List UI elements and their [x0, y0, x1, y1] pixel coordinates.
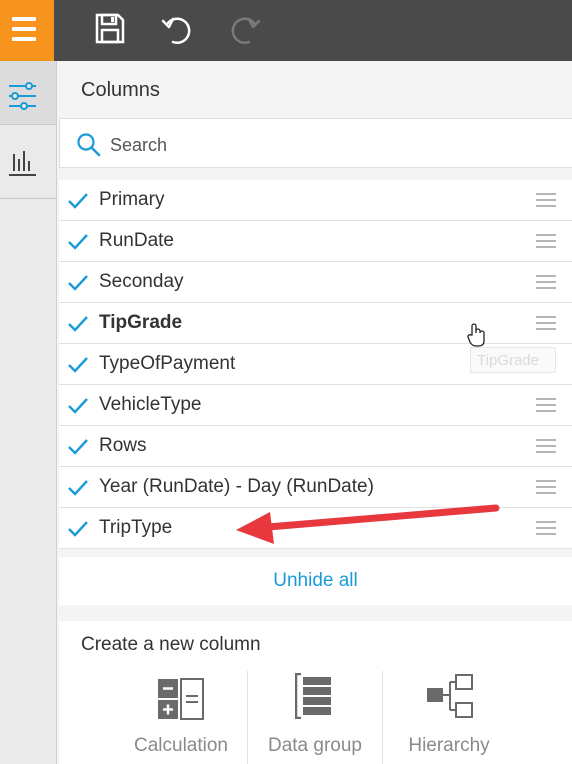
checkmark-icon[interactable]: [67, 273, 89, 293]
checkmark-icon[interactable]: [67, 396, 89, 416]
hamburger-icon-bar: [12, 27, 36, 31]
column-label: TripType: [99, 517, 173, 538]
save-button[interactable]: [92, 11, 128, 47]
redo-button[interactable]: [226, 11, 262, 47]
calculator-icon: [158, 678, 204, 720]
hamburger-icon-bar: [12, 37, 36, 41]
column-label: Seconday: [99, 271, 184, 292]
unhide-all-link[interactable]: Unhide all: [59, 570, 572, 592]
drag-handle-icon[interactable]: [536, 316, 556, 331]
calculation-label: Calculation: [134, 735, 228, 756]
column-item[interactable]: TripType: [59, 508, 572, 549]
search-box: [59, 118, 572, 168]
undo-button[interactable]: [160, 11, 196, 47]
drag-handle-icon[interactable]: [536, 521, 556, 536]
columns-panel: Columns Primary RunDate Seconday TipGrad…: [57, 61, 572, 764]
checkmark-icon[interactable]: [67, 314, 89, 334]
column-item[interactable]: Primary: [59, 180, 572, 221]
hierarchy-label: Hierarchy: [408, 735, 490, 756]
data-group-icon: [295, 673, 331, 719]
column-item[interactable]: RunDate: [59, 221, 572, 262]
drag-handle-icon[interactable]: [536, 275, 556, 290]
hamburger-icon-bar: [12, 17, 36, 21]
column-item[interactable]: Rows: [59, 426, 572, 467]
hover-tooltip: TipGrade: [470, 347, 556, 373]
save-icon: [95, 13, 125, 44]
hamburger-menu-button[interactable]: [0, 0, 54, 61]
panel-title: Columns: [81, 79, 160, 101]
checkmark-icon[interactable]: [67, 232, 89, 252]
checkmark-icon[interactable]: [67, 355, 89, 375]
column-label: Rows: [99, 435, 147, 456]
sidebar-divider: [0, 198, 56, 199]
sidebar-item-columns[interactable]: [0, 61, 56, 124]
drag-handle-icon[interactable]: [536, 234, 556, 249]
column-label: Primary: [99, 189, 165, 210]
bar-chart-icon: [9, 151, 36, 176]
data-group-button[interactable]: Data group: [255, 669, 375, 764]
undo-icon: [161, 17, 191, 44]
column-label: TypeOfPayment: [99, 353, 236, 374]
drag-handle-icon[interactable]: [536, 398, 556, 413]
drag-handle-icon[interactable]: [536, 480, 556, 495]
sidebar-item-charts[interactable]: [0, 125, 56, 188]
checkmark-icon[interactable]: [67, 519, 89, 539]
tile-divider: [247, 671, 248, 764]
column-item-hovered[interactable]: TipGrade: [59, 303, 572, 344]
hierarchy-icon: [427, 674, 473, 718]
create-column-section: Create a new column Calculation Data gro…: [59, 621, 572, 764]
drag-handle-icon[interactable]: [536, 193, 556, 208]
hierarchy-button[interactable]: Hierarchy: [389, 669, 509, 764]
sliders-icon: [9, 82, 36, 110]
create-column-title: Create a new column: [81, 634, 261, 655]
column-label: TipGrade: [99, 312, 183, 333]
search-icon: [77, 133, 101, 157]
column-item[interactable]: Seconday: [59, 262, 572, 303]
column-label: RunDate: [99, 230, 174, 251]
calculation-button[interactable]: Calculation: [121, 669, 241, 764]
tile-divider: [382, 671, 383, 764]
hand-cursor-icon: [467, 323, 485, 347]
left-sidebar: [0, 61, 57, 764]
data-group-label: Data group: [267, 735, 362, 756]
column-item[interactable]: Year (RunDate) - Day (RunDate): [59, 467, 572, 508]
search-input[interactable]: [108, 131, 552, 159]
unhide-all-row: Unhide all: [59, 557, 572, 605]
checkmark-icon[interactable]: [67, 478, 89, 498]
redo-icon: [231, 17, 261, 44]
drag-handle-icon[interactable]: [536, 439, 556, 454]
top-toolbar: [0, 0, 572, 61]
checkmark-icon[interactable]: [67, 437, 89, 457]
column-label: VehicleType: [99, 394, 202, 415]
column-label: Year (RunDate) - Day (RunDate): [99, 476, 374, 497]
column-item[interactable]: VehicleType: [59, 385, 572, 426]
checkmark-icon[interactable]: [67, 191, 89, 211]
